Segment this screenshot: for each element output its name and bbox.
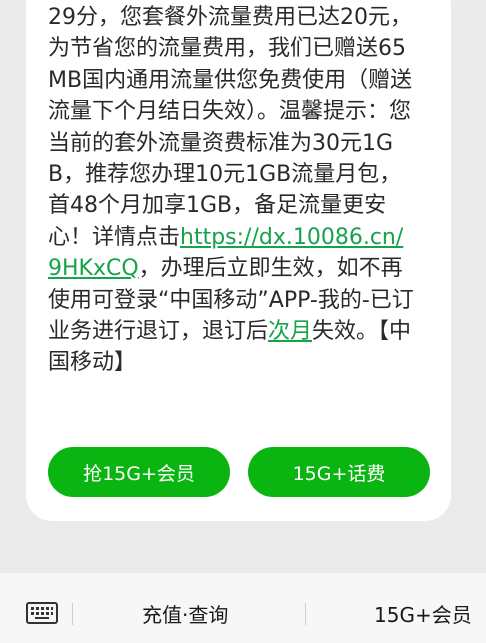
menu-divider xyxy=(305,603,306,625)
message-text: 29分，您套餐外流量费用已达20元，为节省您的流量费用，我们已赠送65MB国内通… xyxy=(48,2,416,379)
bottom-menu-bar: 充值·查询 15G+会员 xyxy=(0,573,486,643)
menu-item-member[interactable]: 15G+会员 xyxy=(374,599,472,628)
next-month-link[interactable]: 次月 xyxy=(268,319,312,344)
keyboard-icon[interactable] xyxy=(26,602,58,624)
menu-divider xyxy=(72,603,73,625)
menu-item-recharge-query[interactable]: 充值·查询 xyxy=(142,599,228,628)
phone-credit-offer-button[interactable]: 15G+话费 xyxy=(248,447,430,497)
message-text-part1: 29分，您套餐外流量费用已达20元，为节省您的流量费用，我们已赠送65MB国内通… xyxy=(48,5,413,250)
member-offer-button[interactable]: 抢15G+会员 xyxy=(48,447,230,497)
